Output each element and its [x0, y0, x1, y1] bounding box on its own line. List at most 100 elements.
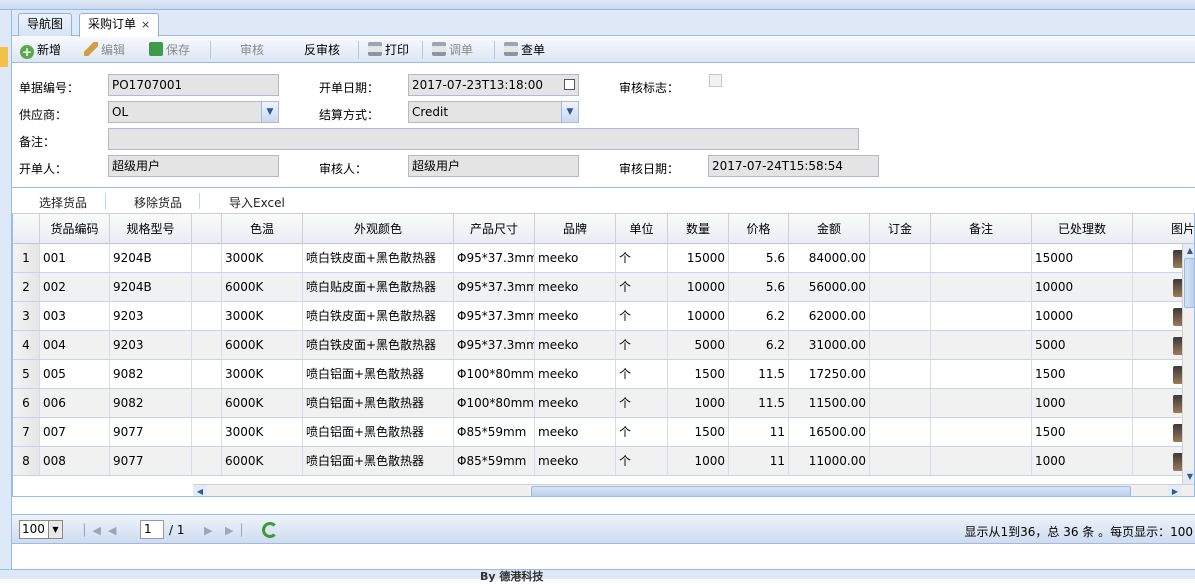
chevron-down-icon[interactable]: ▼ — [561, 102, 578, 122]
header-done[interactable]: 已处理数 — [1032, 214, 1133, 244]
last-page-icon[interactable]: ▶▕ — [225, 524, 242, 537]
table-row[interactable]: 8 008 9077 6000K 喷白铝面+黑色散热器 Φ85*59mm meeko 个 100… — [13, 447, 1194, 476]
unaudit-button[interactable]: 反审核 — [304, 42, 340, 58]
cell-remark[interactable] — [931, 331, 1032, 359]
cell-remark[interactable] — [931, 389, 1032, 417]
cell-hidden[interactable] — [192, 389, 222, 417]
cell-deposit[interactable] — [870, 302, 931, 330]
cell-rownum[interactable]: 6 — [13, 389, 40, 417]
cell-amount[interactable]: 11000.00 — [789, 447, 870, 475]
refresh-icon[interactable] — [262, 522, 278, 538]
cell-brand[interactable]: meeko — [535, 331, 616, 359]
page-size-select[interactable]: 100 ▼ — [19, 520, 63, 539]
cell-temp[interactable]: 6000K — [222, 273, 303, 301]
cell-deposit[interactable] — [870, 389, 931, 417]
cell-model[interactable]: 9077 — [110, 447, 192, 475]
cell-done[interactable]: 10000 — [1032, 302, 1133, 330]
cell-remark[interactable] — [931, 447, 1032, 475]
cell-temp[interactable]: 3000K — [222, 244, 303, 272]
cell-deposit[interactable] — [870, 418, 931, 446]
cell-price[interactable]: 6.2 — [729, 331, 789, 359]
remove-goods-button[interactable]: 移除货品 — [134, 194, 182, 211]
tab-purchase-order[interactable]: 采购订单 × — [79, 13, 160, 37]
cell-remark[interactable] — [931, 302, 1032, 330]
cell-remark[interactable] — [931, 360, 1032, 388]
cell-brand[interactable]: meeko — [535, 418, 616, 446]
cell-done[interactable]: 15000 — [1032, 244, 1133, 272]
audit-date-field[interactable]: 2017-07-24T15:58:54 — [708, 155, 879, 177]
cell-price[interactable]: 6.2 — [729, 302, 789, 330]
cell-model[interactable]: 9077 — [110, 418, 192, 446]
cell-brand[interactable]: meeko — [535, 244, 616, 272]
cell-temp[interactable]: 3000K — [222, 418, 303, 446]
header-model[interactable]: 规格型号 — [110, 214, 192, 244]
tab-navigation[interactable]: 导航图 — [18, 13, 73, 36]
cell-brand[interactable]: meeko — [535, 360, 616, 388]
cell-code[interactable]: 003 — [40, 302, 110, 330]
header-qty[interactable]: 数量 — [668, 214, 729, 244]
cell-amount[interactable]: 16500.00 — [789, 418, 870, 446]
cell-amount[interactable]: 84000.00 — [789, 244, 870, 272]
prev-page-icon[interactable]: ◀ — [108, 524, 116, 537]
cell-color[interactable]: 喷白铝面+黑色散热器 — [303, 360, 454, 388]
cell-size[interactable]: Φ95*37.3mm — [454, 331, 535, 359]
cell-code[interactable]: 002 — [40, 273, 110, 301]
doc-no-field[interactable]: PO1707001 — [108, 74, 279, 96]
cell-done[interactable]: 1000 — [1032, 447, 1133, 475]
cell-price[interactable]: 11.5 — [729, 389, 789, 417]
cell-size[interactable]: Φ95*37.3mm — [454, 244, 535, 272]
cell-hidden[interactable] — [192, 273, 222, 301]
query-button[interactable]: 查单 — [504, 42, 545, 58]
cell-remark[interactable] — [931, 273, 1032, 301]
cell-color[interactable]: 喷白贴皮面+黑色散热器 — [303, 273, 454, 301]
cell-deposit[interactable] — [870, 273, 931, 301]
scroll-up-icon[interactable]: ▲ — [1183, 244, 1194, 258]
left-collapsed-panel[interactable] — [0, 10, 12, 579]
cell-size[interactable]: Φ95*37.3mm — [454, 273, 535, 301]
header-price[interactable]: 价格 — [729, 214, 789, 244]
remark-field[interactable] — [108, 128, 859, 150]
cell-color[interactable]: 喷白铁皮面+黑色散热器 — [303, 302, 454, 330]
cell-brand[interactable]: meeko — [535, 302, 616, 330]
close-icon[interactable]: × — [141, 18, 150, 31]
header-brand[interactable]: 品牌 — [535, 214, 616, 244]
chevron-down-icon[interactable]: ▼ — [261, 102, 278, 122]
cell-code[interactable]: 008 — [40, 447, 110, 475]
cell-qty[interactable]: 1500 — [668, 418, 729, 446]
cell-temp[interactable]: 3000K — [222, 360, 303, 388]
audit-button[interactable]: 审核 — [240, 42, 264, 58]
cell-qty[interactable]: 15000 — [668, 244, 729, 272]
table-row[interactable]: 2 002 9204B 6000K 喷白贴皮面+黑色散热器 Φ95*37.3mm meeko… — [13, 273, 1194, 302]
cell-color[interactable]: 喷白铝面+黑色散热器 — [303, 418, 454, 446]
cell-temp[interactable]: 3000K — [222, 302, 303, 330]
table-row[interactable]: 5 005 9082 3000K 喷白铝面+黑色散热器 Φ100*80mm meeko 个 15… — [13, 360, 1194, 389]
cell-code[interactable]: 001 — [40, 244, 110, 272]
cell-rownum[interactable]: 3 — [13, 302, 40, 330]
select-goods-button[interactable]: 选择货品 — [39, 194, 87, 211]
cell-temp[interactable]: 6000K — [222, 447, 303, 475]
header-temp[interactable]: 色温 — [222, 214, 303, 244]
edit-button[interactable]: 编辑 — [84, 42, 125, 58]
cell-color[interactable]: 喷白铁皮面+黑色散热器 — [303, 244, 454, 272]
table-row[interactable]: 4 004 9203 6000K 喷白铁皮面+黑色散热器 Φ95*37.3mm meeko 个… — [13, 331, 1194, 360]
cell-color[interactable]: 喷白铁皮面+黑色散热器 — [303, 331, 454, 359]
save-button[interactable]: 保存 — [149, 42, 190, 58]
vertical-scrollbar[interactable]: ▲ ▼ — [1182, 244, 1194, 484]
settle-select[interactable]: Credit ▼ — [408, 101, 579, 123]
cell-rownum[interactable]: 2 — [13, 273, 40, 301]
header-amount[interactable]: 金额 — [789, 214, 870, 244]
cell-model[interactable]: 9204B — [110, 273, 192, 301]
header-color[interactable]: 外观颜色 — [303, 214, 454, 244]
cell-deposit[interactable] — [870, 360, 931, 388]
cell-done[interactable]: 1000 — [1032, 389, 1133, 417]
cell-amount[interactable]: 31000.00 — [789, 331, 870, 359]
cell-rownum[interactable]: 5 — [13, 360, 40, 388]
audit-flag-checkbox[interactable] — [709, 74, 722, 87]
cell-hidden[interactable] — [192, 302, 222, 330]
add-button[interactable]: + 新增 — [20, 42, 61, 59]
cell-price[interactable]: 11.5 — [729, 360, 789, 388]
creator-field[interactable]: 超级用户 — [108, 155, 279, 177]
cell-code[interactable]: 005 — [40, 360, 110, 388]
header-remark[interactable]: 备注 — [931, 214, 1032, 244]
cell-unit[interactable]: 个 — [616, 273, 668, 301]
